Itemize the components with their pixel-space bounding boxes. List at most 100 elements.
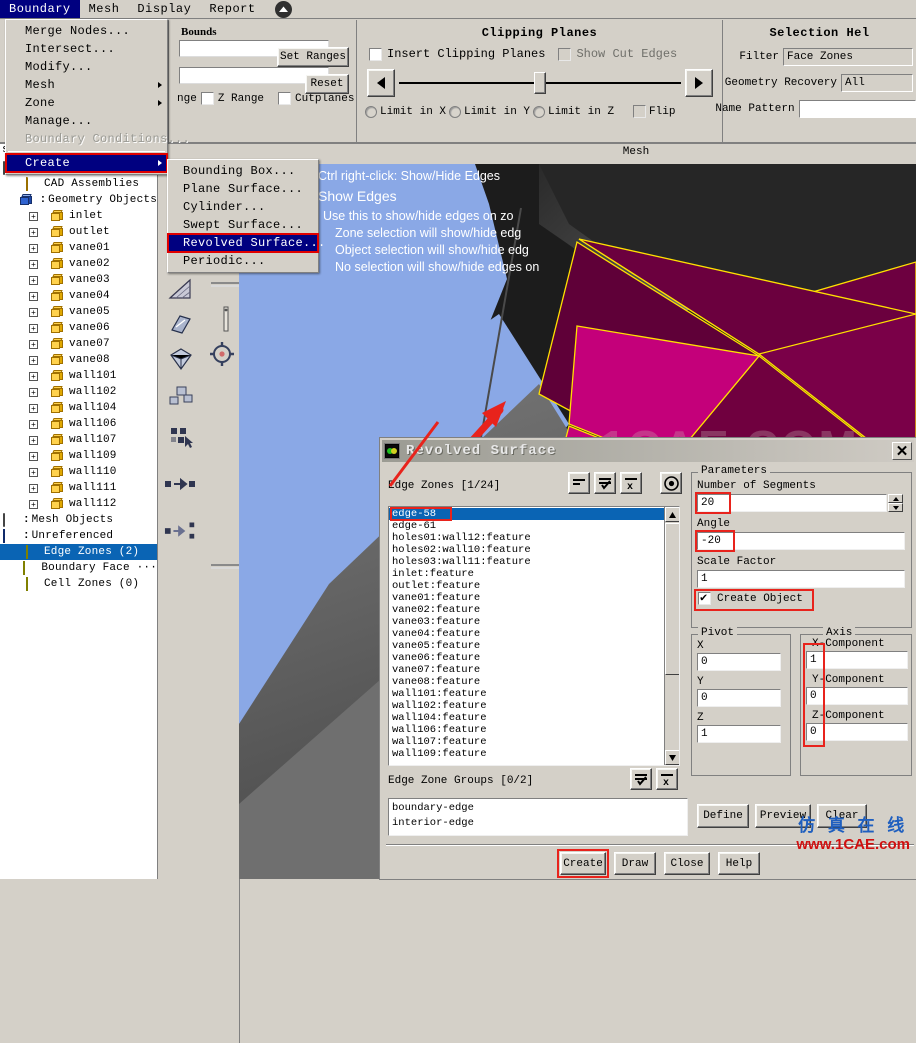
dialog-title-bar[interactable]: Revolved Surface ✕ bbox=[382, 440, 914, 462]
scroll-down-button[interactable] bbox=[665, 750, 679, 765]
edge-zone-list-item[interactable]: vane05:feature bbox=[389, 640, 665, 652]
draw-button[interactable]: Draw bbox=[614, 852, 656, 875]
edge-zones-scrollbar[interactable] bbox=[664, 507, 679, 765]
edge-zone-list-item[interactable]: inlet:feature bbox=[389, 568, 665, 580]
limit-in-x-radio[interactable] bbox=[365, 105, 377, 118]
filter-select[interactable]: Face Zones bbox=[783, 48, 913, 66]
show-cut-edges-checkbox[interactable] bbox=[558, 47, 572, 61]
deselect-all-icon[interactable]: x bbox=[620, 472, 642, 494]
expand-icon[interactable]: + bbox=[29, 227, 38, 237]
menu-item-manage[interactable]: Manage... bbox=[6, 112, 167, 130]
edge-zone-list-item[interactable]: vane06:feature bbox=[389, 652, 665, 664]
edge-zone-list-item[interactable]: holes01:wall12:feature bbox=[389, 532, 665, 544]
reset-button[interactable]: Reset bbox=[305, 74, 349, 94]
tree-node[interactable]: Boundary Face ··· bbox=[0, 560, 157, 576]
tree-node[interactable]: : Unreferenced bbox=[0, 528, 157, 544]
submenu-item-revolved-surface[interactable]: Revolved Surface... bbox=[167, 233, 325, 253]
tree-node[interactable]: + wall111 bbox=[0, 480, 157, 496]
tree-node[interactable]: + wall101 bbox=[0, 368, 157, 384]
tree-node[interactable]: + vane02 bbox=[0, 256, 157, 272]
name-pattern-input[interactable] bbox=[798, 100, 916, 118]
set-ranges-button[interactable]: Set Ranges bbox=[277, 47, 349, 67]
submenu-item-periodic[interactable]: Periodic... bbox=[168, 252, 318, 270]
tree-node-selected[interactable]: Edge Zones (2) bbox=[0, 544, 157, 560]
select-objects-icon[interactable] bbox=[164, 422, 198, 452]
expand-icon[interactable]: + bbox=[29, 387, 38, 397]
edge-zone-group-list-item[interactable]: boundary-edge bbox=[389, 801, 687, 816]
tree-node[interactable]: + vane07 bbox=[0, 336, 157, 352]
model-tree-panel[interactable]: sh Generation :ModelCAD Assemblies:Geome… bbox=[0, 144, 158, 879]
submenu-item-bounding-box[interactable]: Bounding Box... bbox=[168, 162, 318, 180]
menu-display[interactable]: Display bbox=[128, 0, 200, 18]
menu-item-mesh[interactable]: Mesh bbox=[6, 76, 167, 94]
menu-mesh[interactable]: Mesh bbox=[80, 0, 129, 18]
edge-zone-list-item[interactable]: wall109:feature bbox=[389, 748, 665, 760]
close-button[interactable]: Close bbox=[664, 852, 710, 875]
bounding-box-icon[interactable] bbox=[164, 344, 198, 374]
number-of-segments-stepper[interactable] bbox=[888, 494, 903, 512]
tree-node[interactable]: + wall107 bbox=[0, 432, 157, 448]
submenu-item-swept-surface[interactable]: Swept Surface... bbox=[168, 216, 318, 234]
menu-item-create[interactable]: Create bbox=[5, 153, 168, 173]
expand-icon[interactable]: + bbox=[29, 451, 38, 461]
tree-node[interactable]: + vane08 bbox=[0, 352, 157, 368]
edge-zone-group-list-item[interactable]: interior-edge bbox=[389, 816, 687, 831]
edge-zone-list-item[interactable]: vane01:feature bbox=[389, 592, 665, 604]
chevron-up-icon[interactable] bbox=[274, 0, 292, 18]
cutplanes-checkbox[interactable] bbox=[278, 92, 292, 105]
multiple-objects-icon[interactable] bbox=[164, 382, 198, 412]
match-icon[interactable] bbox=[568, 472, 590, 494]
tree-node[interactable]: + wall104 bbox=[0, 400, 157, 416]
tree-node[interactable]: : Geometry Objects bbox=[0, 192, 157, 208]
tree-node[interactable]: + vane06 bbox=[0, 320, 157, 336]
edge-zone-list-item[interactable]: wall106:feature bbox=[389, 724, 665, 736]
scale-factor-input[interactable]: 1 bbox=[697, 570, 905, 588]
edge-zone-list-item[interactable]: vane07:feature bbox=[389, 664, 665, 676]
menu-item-zone[interactable]: Zone bbox=[6, 94, 167, 112]
ruler-icon[interactable] bbox=[209, 304, 243, 334]
expand-icon[interactable]: + bbox=[29, 403, 38, 413]
separate-nodes-icon[interactable] bbox=[164, 516, 198, 546]
expand-icon[interactable]: + bbox=[29, 211, 38, 221]
edge-zone-list-item[interactable]: holes02:wall10:feature bbox=[389, 544, 665, 556]
edge-zone-list-item[interactable]: vane02:feature bbox=[389, 604, 665, 616]
groups-deselect-all-icon[interactable]: x bbox=[656, 768, 678, 790]
select-all-icon[interactable] bbox=[594, 472, 616, 494]
insert-clipping-planes-checkbox[interactable] bbox=[369, 47, 382, 61]
edge-zone-list-item[interactable]: wall104:feature bbox=[389, 712, 665, 724]
expand-icon[interactable]: + bbox=[29, 483, 38, 493]
expand-icon[interactable]: + bbox=[29, 499, 38, 509]
limit-in-z-radio[interactable] bbox=[533, 105, 546, 118]
edge-zone-list-item[interactable]: outlet:feature bbox=[389, 580, 665, 592]
create-submenu[interactable]: Bounding Box... Plane Surface... Cylinder.… bbox=[167, 159, 325, 273]
edge-zone-list-item[interactable]: vane04:feature bbox=[389, 628, 665, 640]
pivot-z-input[interactable]: 1 bbox=[697, 725, 781, 743]
expand-icon[interactable]: + bbox=[29, 323, 38, 333]
scroll-up-button[interactable] bbox=[665, 507, 679, 522]
tree-node[interactable]: + vane04 bbox=[0, 288, 157, 304]
edge-zone-list-item[interactable]: vane03:feature bbox=[389, 616, 665, 628]
surface-mesh-icon[interactable] bbox=[164, 274, 198, 304]
expand-icon[interactable]: + bbox=[29, 467, 38, 477]
merge-nodes-icon[interactable] bbox=[164, 469, 198, 499]
tree-node[interactable]: + wall106 bbox=[0, 416, 157, 432]
geometry-recovery-select[interactable]: All bbox=[841, 74, 913, 92]
edge-zone-list-item[interactable]: edge-61 bbox=[389, 520, 665, 532]
tree-node[interactable]: + vane01 bbox=[0, 240, 157, 256]
define-button[interactable]: Define bbox=[697, 804, 749, 828]
menu-item-intersect[interactable]: Intersect... bbox=[6, 40, 167, 58]
stepper-up-icon[interactable] bbox=[888, 494, 903, 503]
expand-icon[interactable]: + bbox=[29, 371, 38, 381]
submenu-item-plane-surface[interactable]: Plane Surface... bbox=[168, 180, 318, 198]
clip-slider-decrement-button[interactable] bbox=[367, 69, 395, 97]
expand-icon[interactable]: + bbox=[29, 243, 38, 253]
edge-zone-groups-listbox[interactable]: boundary-edge interior-edge bbox=[388, 798, 688, 836]
expand-icon[interactable]: + bbox=[29, 339, 38, 349]
tree-node[interactable]: CAD Assemblies bbox=[0, 176, 157, 192]
flip-checkbox[interactable] bbox=[633, 105, 647, 118]
limit-in-y-radio[interactable] bbox=[449, 105, 462, 118]
stepper-down-icon[interactable] bbox=[888, 503, 903, 512]
tree-node[interactable]: + outlet bbox=[0, 224, 157, 240]
submenu-item-cylinder[interactable]: Cylinder... bbox=[168, 198, 318, 216]
expand-icon[interactable]: + bbox=[29, 355, 38, 365]
